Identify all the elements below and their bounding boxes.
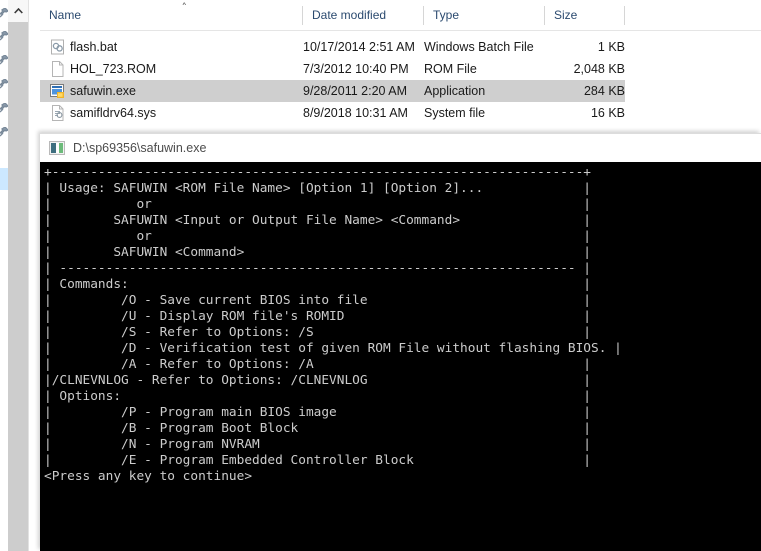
cell-type: System file: [424, 106, 486, 120]
cell-size: 1 KB: [597, 40, 625, 54]
pane-gap: [29, 0, 40, 551]
cell-date: 10/17/2014 2:51 AM: [303, 40, 415, 54]
scroll-up-button[interactable]: [8, 0, 28, 22]
cell-date: 7/3/2012 10:40 PM: [303, 62, 409, 76]
navigation-pane-scrollbar-thumb[interactable]: [8, 22, 28, 551]
cell-date: 9/28/2011 2:20 AM: [303, 84, 408, 98]
cell-name: samifldrv64.sys: [70, 106, 157, 120]
column-header-row: Name ˄ Date modified Type Size: [40, 0, 761, 31]
column-header-label: Name: [49, 8, 82, 22]
column-divider[interactable]: [624, 6, 625, 25]
batch-file-icon: [50, 39, 66, 55]
cell-name: flash.bat: [70, 40, 118, 54]
generic-file-icon: [50, 61, 66, 77]
navigation-pane-selected-item[interactable]: [0, 168, 8, 190]
table-row[interactable]: samifldrv64.sys 8/9/2018 10:31 AM System f…: [40, 102, 625, 124]
table-row[interactable]: HOL_723.ROM 7/3/2012 10:40 PM ROM File 2,04…: [40, 58, 625, 80]
sort-ascending-icon: ˄: [181, 1, 188, 14]
console-body[interactable]: +---------------------------------------…: [40, 162, 761, 551]
table-row[interactable]: safuwin.exe 9/28/2011 2:20 AM Application 2…: [40, 80, 625, 102]
cell-size: 284 KB: [583, 84, 625, 98]
header-underline: [40, 30, 761, 31]
application-icon: [50, 83, 66, 99]
navigation-pane: [0, 0, 9, 551]
column-header-label: Size: [554, 8, 578, 22]
chevron-up-icon: [13, 8, 23, 14]
column-header-date-modified[interactable]: Date modified: [303, 0, 424, 31]
console-output: +---------------------------------------…: [44, 165, 622, 484]
column-header-label: Type: [433, 8, 460, 22]
cell-size: 2,048 KB: [573, 62, 625, 76]
system-file-icon: [50, 105, 66, 121]
console-window: D:\sp69356\safuwin.exe +----------------…: [40, 133, 761, 551]
column-header-name[interactable]: Name ˄: [40, 0, 303, 31]
table-row[interactable]: flash.bat 10/17/2014 2:51 AM Windows Batch…: [40, 36, 625, 58]
column-header-type[interactable]: Type: [424, 0, 545, 31]
cell-size: 16 KB: [590, 106, 625, 120]
console-titlebar[interactable]: D:\sp69356\safuwin.exe: [40, 133, 761, 163]
console-title: D:\sp69356\safuwin.exe: [73, 141, 207, 155]
console-app-icon: [49, 141, 65, 155]
cell-type: Application: [424, 84, 486, 98]
cell-type: ROM File: [424, 62, 477, 76]
cell-name: HOL_723.ROM: [70, 62, 157, 76]
cell-date: 8/9/2018 10:31 AM: [303, 106, 408, 120]
column-header-label: Date modified: [312, 8, 387, 22]
column-header-size[interactable]: Size: [545, 0, 625, 31]
cell-name: safuwin.exe: [70, 84, 137, 98]
